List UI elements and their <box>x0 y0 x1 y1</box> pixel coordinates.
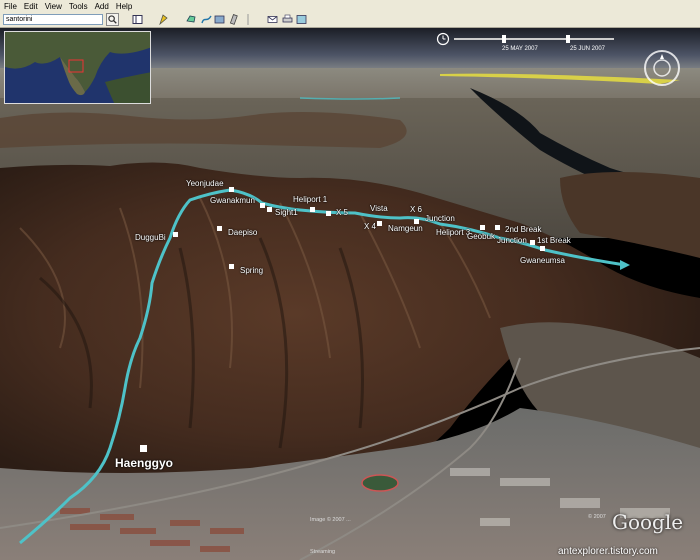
label-daepiso: Daepiso <box>228 228 258 237</box>
placemark-heliport1[interactable] <box>310 207 315 212</box>
label-namgeun: Namgeun <box>388 224 423 233</box>
label-heliport3: Heliport 3 <box>436 228 471 237</box>
placemark-geobuk[interactable] <box>480 225 485 230</box>
clock-icon[interactable] <box>436 32 450 46</box>
navigation-compass[interactable] <box>644 50 680 86</box>
sidebar-toggle-icon[interactable] <box>132 14 143 25</box>
google-logo: Google <box>612 510 684 534</box>
ruler-icon[interactable] <box>229 14 240 25</box>
placemark-2nd-break[interactable] <box>495 225 500 230</box>
streaming-status: Streaming <box>310 549 336 555</box>
label-gwaneumsa: Gwaneumsa <box>520 256 565 265</box>
label-sight1: Sight1 <box>275 208 298 217</box>
placemark-haenggyo[interactable] <box>140 445 147 452</box>
image-overlay-icon[interactable] <box>214 14 225 25</box>
overview-map[interactable] <box>4 31 151 104</box>
path-icon[interactable] <box>201 14 212 25</box>
placemark-icon[interactable] <box>158 14 169 25</box>
placemark-yeonjudae[interactable] <box>229 187 234 192</box>
map-view[interactable] <box>0 28 700 560</box>
copyright-year: © 2007 <box>588 514 606 520</box>
time-start-date: 25 MAY 2007 <box>502 46 538 52</box>
placemark-1st-break[interactable] <box>530 240 535 245</box>
label-geobuk: Geobuk <box>467 232 496 241</box>
divider-icon <box>247 14 249 25</box>
label-haenggyo: Haenggyo <box>115 456 174 470</box>
label-duggubi: DugguBi <box>135 233 166 242</box>
search-icon <box>108 15 117 24</box>
label-2nd-break: 2nd Break <box>505 225 542 234</box>
toolbar <box>0 12 700 28</box>
placemark-daepiso[interactable] <box>217 226 222 231</box>
label-x6: X 6 <box>410 205 423 214</box>
label-junction: Junction <box>425 214 455 223</box>
print-icon[interactable] <box>282 14 293 25</box>
label-yeonjudae: Yeonjudae <box>186 179 224 188</box>
label-spring: Spring <box>240 266 264 275</box>
menu-help[interactable]: Help <box>116 2 132 11</box>
view-in-maps-icon[interactable] <box>296 14 307 25</box>
polygon-icon[interactable] <box>186 14 197 25</box>
menu-view[interactable]: View <box>45 2 62 11</box>
watermark: antexplorer.tistory.com <box>558 546 658 557</box>
placemark-gwaneumsa[interactable] <box>540 246 545 251</box>
compass-icon <box>653 54 671 77</box>
menu-tools[interactable]: Tools <box>69 2 88 11</box>
label-1st-break: 1st Break <box>537 236 571 245</box>
label-junction-2: Junction <box>497 236 527 245</box>
label-gwanakmun: Gwanakmun <box>210 196 255 205</box>
time-end-date: 25 JUN 2007 <box>570 46 606 52</box>
placemark-spring[interactable] <box>229 264 234 269</box>
time-end-handle[interactable] <box>566 35 570 43</box>
search-input[interactable]: santorini <box>3 14 103 25</box>
placemark-x5[interactable] <box>326 211 331 216</box>
placemark-namgeun[interactable] <box>414 219 419 224</box>
placemark-x4[interactable] <box>377 221 382 226</box>
time-slider[interactable]: 25 MAY 2007 25 JUN 2007 <box>436 32 626 54</box>
search-button[interactable] <box>106 13 119 26</box>
menu-file[interactable]: File <box>4 2 17 11</box>
menu-add[interactable]: Add <box>95 2 109 11</box>
menu-edit[interactable]: Edit <box>24 2 38 11</box>
time-track[interactable] <box>454 38 614 40</box>
label-heliport1: Heliport 1 <box>293 195 328 204</box>
placemark-gwanakmun[interactable] <box>260 203 265 208</box>
label-vista: Vista <box>370 204 388 213</box>
menu-bar: File Edit View Tools Add Help <box>0 0 700 12</box>
time-start-handle[interactable] <box>502 35 506 43</box>
placemark-duggubi[interactable] <box>173 232 178 237</box>
placemark-sight1[interactable] <box>267 207 272 212</box>
label-x5: X 5 <box>336 208 349 217</box>
email-icon[interactable] <box>267 14 278 25</box>
imagery-credit: Image © 2007 ... <box>310 517 351 523</box>
label-x4: X 4 <box>364 222 377 231</box>
